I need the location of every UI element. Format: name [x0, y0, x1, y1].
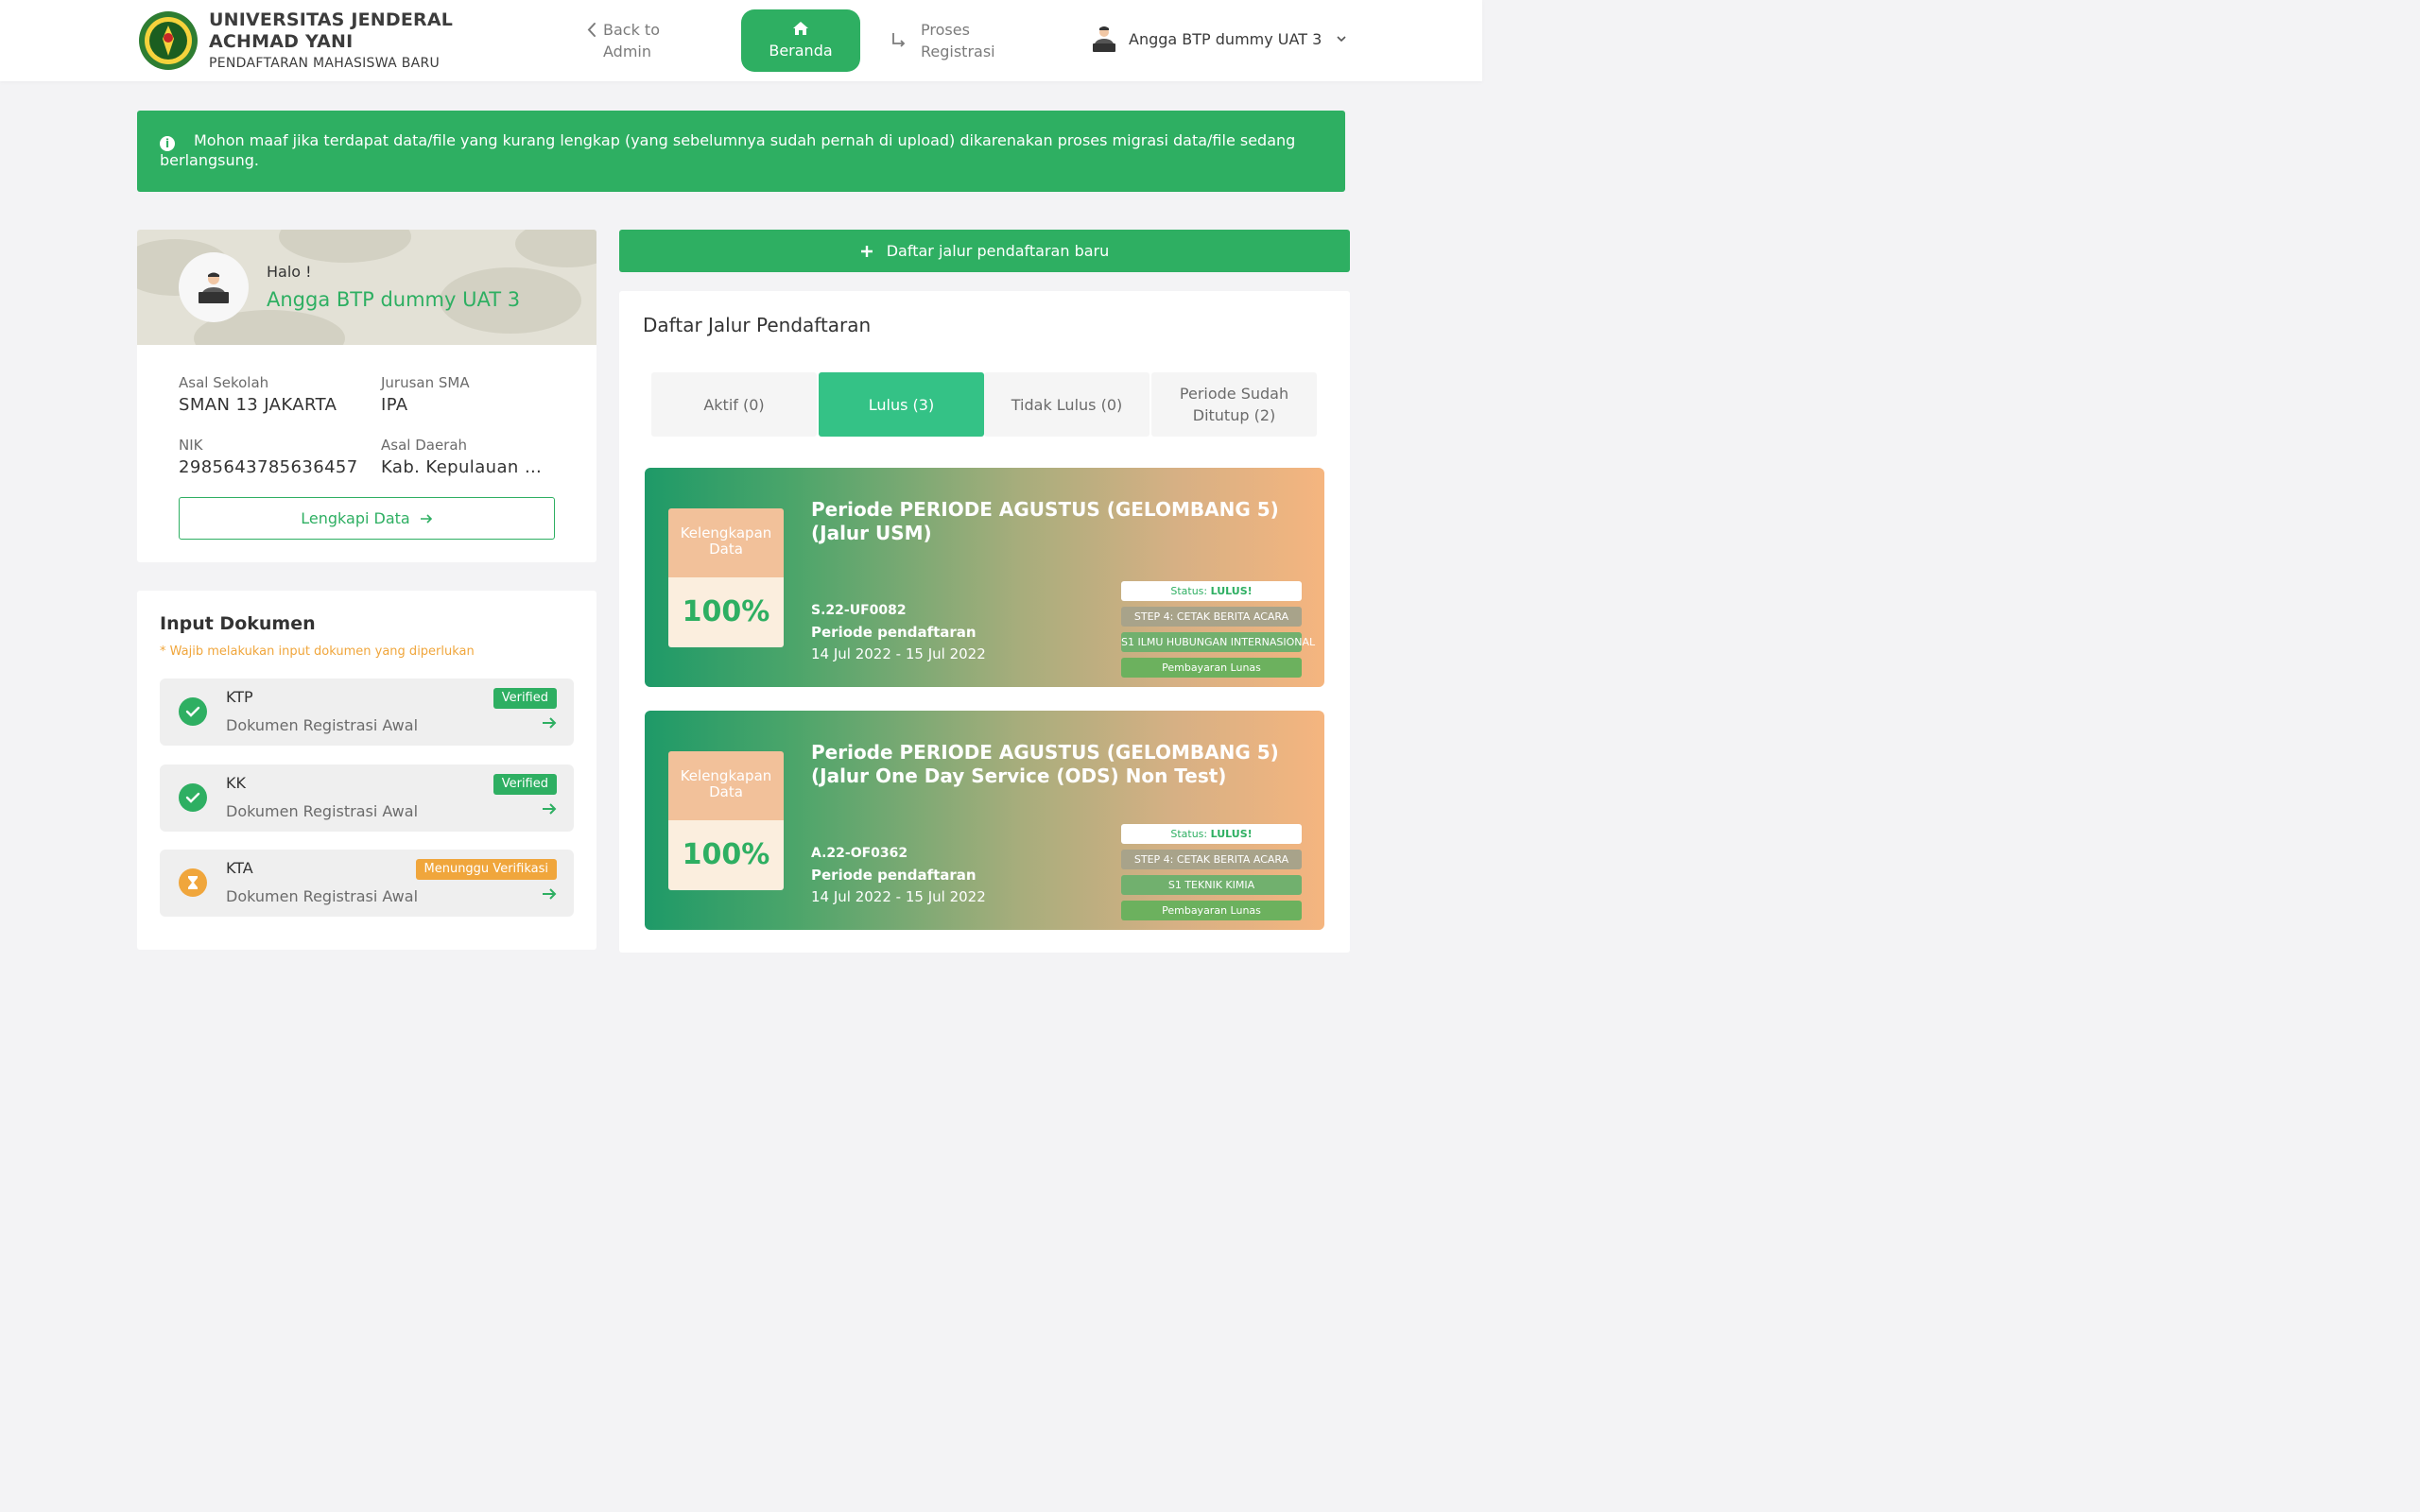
- period-label: Periode pendaftaran: [811, 624, 977, 641]
- greeting: Halo !: [267, 263, 312, 281]
- info-asal-sekolah: Asal Sekolah SMAN 13 JAKARTA: [179, 374, 368, 415]
- lengkapi-data-label: Lengkapi Data: [301, 509, 410, 527]
- profile-banner: Halo ! Angga BTP dummy UAT 3: [137, 230, 596, 345]
- arrow-right-icon[interactable]: [542, 887, 557, 901]
- daftar-jalur-baru-button[interactable]: Daftar jalur pendaftaran baru: [619, 230, 1350, 272]
- period-title: Periode PERIODE AGUSTUS (GELOMBANG 5) (J…: [811, 498, 1279, 544]
- avatar: [179, 252, 249, 322]
- kelengkapan-box: Kelengkapan Data 100%: [668, 508, 784, 647]
- lengkapi-data-button[interactable]: Lengkapi Data: [179, 497, 555, 540]
- document-item-ktp[interactable]: KTP Dokumen Registrasi Awal Verified: [160, 679, 574, 746]
- info-nik: NIK 2985643785636457: [179, 437, 368, 477]
- document-item-kta[interactable]: KTA Dokumen Registrasi Awal Menunggu Ver…: [160, 850, 574, 917]
- kelengkapan-value: 100%: [668, 577, 784, 647]
- check-circle-icon: [179, 783, 207, 812]
- status-prefix: Status:: [1170, 828, 1208, 840]
- tab-lulus[interactable]: Lulus (3): [819, 372, 984, 437]
- document-item-kk[interactable]: KK Dokumen Registrasi Awal Verified: [160, 765, 574, 832]
- info-asal-daerah: Asal Daerah Kab. Kepulauan Seribu: [381, 437, 551, 477]
- document-subtitle: Dokumen Registrasi Awal: [226, 716, 419, 734]
- info-value: IPA: [381, 395, 408, 415]
- registration-code: S.22-UF0082: [811, 603, 907, 618]
- status-badge: Menunggu Verifikasi: [415, 859, 557, 880]
- info-label: Asal Sekolah: [179, 374, 269, 391]
- chevron-left-icon: [586, 19, 597, 62]
- profile-card: Halo ! Angga BTP dummy UAT 3 Asal Sekola…: [137, 230, 596, 562]
- period-card[interactable]: Kelengkapan Data 100% Periode PERIODE AG…: [645, 468, 1324, 687]
- document-subtitle: Dokumen Registrasi Awal: [226, 887, 419, 905]
- plus-icon: [860, 245, 873, 257]
- brand-block: UNIVERSITAS JENDERAL ACHMAD YANI PENDAFT…: [209, 9, 549, 71]
- info-value: Kab. Kepulauan Seribu: [381, 457, 551, 477]
- document-name: KTA: [226, 859, 253, 877]
- nav-proses-label: Proses Registrasi: [921, 21, 995, 60]
- input-dokumen-title: Input Dokumen: [160, 613, 316, 634]
- payment-badge: Pembayaran Lunas: [1121, 901, 1302, 920]
- nav-proses-registrasi[interactable]: Proses Registrasi: [890, 19, 1006, 62]
- step-badge: STEP 4: CETAK BERITA ACARA: [1121, 850, 1302, 869]
- tab-tidak-lulus[interactable]: Tidak Lulus (0): [984, 372, 1150, 437]
- registration-code: A.22-OF0362: [811, 846, 908, 861]
- home-icon: [793, 22, 808, 35]
- info-label: Jurusan SMA: [381, 374, 470, 391]
- brand-subtitle: PENDAFTARAN MAHASISWA BARU: [209, 56, 441, 71]
- alert-message: Mohon maaf jika terdapat data/file yang …: [160, 131, 1296, 169]
- chevron-down-icon: [1337, 32, 1346, 45]
- status-badge: Verified: [493, 688, 557, 709]
- info-jurusan: Jurusan SMA IPA: [381, 374, 570, 415]
- document-name: KTP: [226, 688, 253, 706]
- hourglass-icon: [179, 868, 207, 897]
- kelengkapan-value: 100%: [668, 820, 784, 890]
- document-name: KK: [226, 774, 246, 792]
- payment-badge: Pembayaran Lunas: [1121, 658, 1302, 678]
- user-menu[interactable]: Angga BTP dummy UAT 3: [1091, 25, 1346, 53]
- info-value: SMAN 13 JAKARTA: [179, 395, 337, 415]
- avatar: [1093, 26, 1115, 52]
- arrow-right-icon[interactable]: [542, 802, 557, 816]
- period-label: Periode pendaftaran: [811, 867, 977, 884]
- period-dates: 14 Jul 2022 - 15 Jul 2022: [811, 645, 986, 662]
- turn-right-arrow-icon: [892, 33, 906, 47]
- check-circle-icon: [179, 697, 207, 726]
- period-title: Periode PERIODE AGUSTUS (GELOMBANG 5) (J…: [811, 741, 1279, 787]
- user-name: Angga BTP dummy UAT 3: [1129, 29, 1322, 48]
- period-dates: 14 Jul 2022 - 15 Jul 2022: [811, 888, 986, 905]
- kelengkapan-box: Kelengkapan Data 100%: [668, 751, 784, 890]
- tab-aktif[interactable]: Aktif (0): [651, 372, 817, 437]
- university-name: UNIVERSITAS JENDERAL ACHMAD YANI: [209, 9, 454, 52]
- nav-home-label: Beranda: [769, 42, 833, 60]
- arrow-right-icon: [420, 513, 432, 524]
- back-to-admin-label: Back to Admin: [603, 21, 660, 60]
- info-value: 2985643785636457: [179, 457, 358, 477]
- info-icon: i: [160, 136, 175, 151]
- university-logo[interactable]: [137, 9, 199, 72]
- status-badge: Status: LULUS!: [1121, 581, 1302, 601]
- top-header: UNIVERSITAS JENDERAL ACHMAD YANI PENDAFT…: [0, 0, 1482, 81]
- info-label: Asal Daerah: [381, 437, 468, 454]
- daftar-jalur-title: Daftar Jalur Pendaftaran: [643, 314, 872, 336]
- kelengkapan-label: Kelengkapan Data: [668, 751, 784, 820]
- arrow-right-icon[interactable]: [542, 716, 557, 730]
- nav-home-button[interactable]: Beranda: [741, 9, 860, 72]
- prodi-badge: S1 ILMU HUBUNGAN INTERNASIONAL: [1121, 632, 1315, 652]
- status-badge: Status: LULUS!: [1121, 824, 1302, 844]
- profile-name: Angga BTP dummy UAT 3: [267, 288, 521, 311]
- period-card[interactable]: Kelengkapan Data 100% Periode PERIODE AG…: [645, 711, 1324, 930]
- daftar-jalur-card: Daftar Jalur Pendaftaran Aktif (0) Lulus…: [619, 291, 1350, 953]
- migration-alert: i Mohon maaf jika terdapat data/file yang…: [137, 111, 1345, 192]
- daftar-jalur-baru-label: Daftar jalur pendaftaran baru: [886, 242, 1110, 260]
- status-value: LULUS!: [1210, 828, 1253, 840]
- info-label: NIK: [179, 437, 203, 454]
- input-dokumen-card: Input Dokumen * Wajib melakukan input do…: [137, 591, 596, 950]
- document-subtitle: Dokumen Registrasi Awal: [226, 802, 419, 820]
- tab-periode-ditutup[interactable]: Periode Sudah Ditutup (2): [1151, 372, 1317, 437]
- status-value: LULUS!: [1210, 585, 1253, 597]
- kelengkapan-label: Kelengkapan Data: [668, 508, 784, 577]
- prodi-badge: S1 TEKNIK KIMIA: [1121, 875, 1302, 895]
- back-to-admin-link[interactable]: Back to Admin: [586, 19, 688, 62]
- step-badge: STEP 4: CETAK BERITA ACARA: [1121, 607, 1302, 627]
- status-badge: Verified: [493, 774, 557, 795]
- status-prefix: Status:: [1170, 585, 1208, 597]
- input-dokumen-note: * Wajib melakukan input dokumen yang dip…: [160, 644, 475, 659]
